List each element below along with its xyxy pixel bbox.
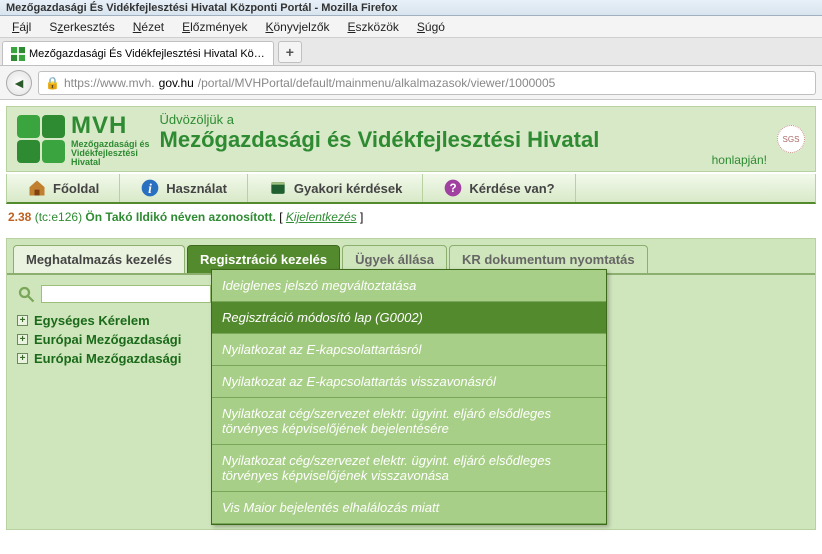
status-bar: 2.38 (tc:e126) Ön Takó Ildikó néven azon… bbox=[0, 204, 822, 230]
menu-view[interactable]: Nézet bbox=[125, 18, 172, 36]
menu-history[interactable]: Előzmények bbox=[174, 18, 255, 36]
clover-icon bbox=[17, 115, 65, 163]
status-tc: (tc:e126) bbox=[35, 210, 82, 224]
back-button[interactable]: ◄ bbox=[6, 70, 32, 96]
url-host: gov.hu bbox=[159, 76, 194, 90]
mi-label: Regisztráció módosító lap (G0002) bbox=[222, 310, 423, 325]
window-title: Mezőgazdasági És Vidékfejlesztési Hivata… bbox=[6, 2, 398, 14]
menu-file[interactable]: Fájl bbox=[4, 18, 39, 36]
tree-label: Európai Mezőgazdasági bbox=[34, 332, 181, 347]
tab-label: KR dokumentum nyomtatás bbox=[462, 252, 635, 267]
mi-label: Ideiglenes jelszó megváltoztatása bbox=[222, 278, 416, 293]
greeting-line3: honlapján! bbox=[160, 153, 767, 167]
greeting-line2: Mezőgazdasági és Vidékfejlesztési Hivata… bbox=[160, 127, 767, 153]
favicon-mvh-icon bbox=[11, 47, 25, 61]
menu-item-org-rep-declare[interactable]: Nyilatkozat cég/szervezet elektr. ügyint… bbox=[212, 398, 606, 445]
tree-label: Európai Mezőgazdasági bbox=[34, 351, 181, 366]
registration-dropdown: Ideiglenes jelszó megváltoztatása Regisz… bbox=[211, 269, 607, 525]
mi-label: Nyilatkozat cég/szervezet elektr. ügyint… bbox=[222, 406, 551, 436]
home-icon bbox=[27, 178, 47, 198]
mvh-logo[interactable]: MVH Mezőgazdasági és Vidékfejlesztési Hi… bbox=[17, 112, 150, 167]
logo-text: MVH bbox=[71, 112, 150, 140]
url-path: /portal/MVHPortal/default/mainmenu/alkal… bbox=[198, 76, 556, 90]
mi-label: Vis Maior bejelentés elhalálozás miatt bbox=[222, 500, 439, 515]
arrow-left-icon: ◄ bbox=[12, 75, 26, 91]
new-tab-button[interactable]: + bbox=[278, 41, 302, 63]
menu-item-econtact-revoke[interactable]: Nyilatkozat az E-kapcsolattartás visszav… bbox=[212, 366, 606, 398]
browser-toolbar: ◄ 🔒 https://www.mvh. gov.hu/portal/MVHPor… bbox=[0, 66, 822, 100]
svg-text:i: i bbox=[148, 181, 152, 196]
nav-usage-label: Használat bbox=[166, 181, 227, 196]
browser-menubar: Fájl Szerkesztés Nézet Előzmények Könyvj… bbox=[0, 16, 822, 38]
menu-edit[interactable]: Szerkesztés bbox=[41, 18, 122, 36]
status-user: Takó Ildikó bbox=[105, 210, 167, 224]
expand-icon[interactable]: + bbox=[17, 353, 28, 364]
logout-link[interactable]: Kijelentkezés bbox=[286, 210, 357, 224]
tree-label: Egységes Kérelem bbox=[34, 313, 150, 328]
content-panel: Meghatalmazás kezelés Regisztráció kezel… bbox=[6, 238, 816, 530]
tab-label: Regisztráció kezelés bbox=[200, 252, 327, 267]
mi-label: Nyilatkozat az E-kapcsolattartás visszav… bbox=[222, 374, 496, 389]
menu-item-econtact-declare[interactable]: Nyilatkozat az E-kapcsolattartásról bbox=[212, 334, 606, 366]
tab-strip: Meghatalmazás kezelés Regisztráció kezel… bbox=[7, 239, 815, 273]
url-bar[interactable]: 🔒 https://www.mvh. gov.hu/portal/MVHPorta… bbox=[38, 71, 816, 95]
greeting: Üdvözöljük a Mezőgazdasági és Vidékfejle… bbox=[160, 112, 767, 167]
logo-sub3: Hivatal bbox=[71, 158, 150, 167]
plus-icon: + bbox=[286, 44, 294, 60]
menu-tools[interactable]: Eszközök bbox=[340, 18, 407, 36]
nav-faq-label: Gyakori kérdések bbox=[294, 181, 402, 196]
book-icon bbox=[268, 178, 288, 198]
url-scheme: https://www.mvh. bbox=[64, 76, 155, 90]
browser-tabbar: Mezőgazdasági És Vidékfejlesztési Hivata… bbox=[0, 38, 822, 66]
menu-help[interactable]: Súgó bbox=[409, 18, 453, 36]
nav-usage[interactable]: i Használat bbox=[120, 174, 248, 202]
tab-label: Meghatalmazás kezelés bbox=[26, 252, 172, 267]
nav-home[interactable]: Főoldal bbox=[7, 174, 120, 202]
menu-item-reg-modify-g0002[interactable]: Regisztráció módosító lap (G0002) bbox=[212, 302, 606, 334]
nav-question[interactable]: ? Kérdése van? bbox=[423, 174, 575, 202]
menu-item-temp-password[interactable]: Ideiglenes jelszó megváltoztatása bbox=[212, 270, 606, 302]
browser-tab-title: Mezőgazdasági És Vidékfejlesztési Hivata… bbox=[29, 48, 265, 60]
menu-item-org-rep-revoke[interactable]: Nyilatkozat cég/szervezet elektr. ügyint… bbox=[212, 445, 606, 492]
expand-icon[interactable]: + bbox=[17, 315, 28, 326]
mi-label: Nyilatkozat cég/szervezet elektr. ügyint… bbox=[222, 453, 551, 483]
nav-home-label: Főoldal bbox=[53, 181, 99, 196]
window-titlebar: Mezőgazdasági És Vidékfejlesztési Hivata… bbox=[0, 0, 822, 16]
sgs-badge-icon: SGS bbox=[777, 125, 805, 153]
info-icon: i bbox=[140, 178, 160, 198]
main-nav: Főoldal i Használat Gyakori kérdések ? K… bbox=[6, 174, 816, 204]
search-icon bbox=[17, 285, 35, 303]
nav-question-label: Kérdése van? bbox=[469, 181, 554, 196]
lock-icon: 🔒 bbox=[45, 76, 60, 90]
nav-faq[interactable]: Gyakori kérdések bbox=[248, 174, 423, 202]
expand-icon[interactable]: + bbox=[17, 334, 28, 345]
search-input[interactable] bbox=[41, 285, 211, 303]
greeting-line1: Üdvözöljük a bbox=[160, 112, 767, 127]
browser-tab[interactable]: Mezőgazdasági És Vidékfejlesztési Hivata… bbox=[2, 41, 274, 65]
status-version: 2.38 bbox=[8, 210, 31, 224]
page-content: MVH Mezőgazdasági és Vidékfejlesztési Hi… bbox=[0, 100, 822, 530]
svg-text:?: ? bbox=[450, 182, 457, 195]
question-icon: ? bbox=[443, 178, 463, 198]
menu-bookmarks[interactable]: Könyvjelzők bbox=[257, 18, 337, 36]
page-header: MVH Mezőgazdasági és Vidékfejlesztési Hi… bbox=[6, 106, 816, 172]
tab-label: Ügyek állása bbox=[355, 252, 434, 267]
menu-item-vismaior-death[interactable]: Vis Maior bejelentés elhalálozás miatt bbox=[212, 492, 606, 524]
mi-label: Nyilatkozat az E-kapcsolattartásról bbox=[222, 342, 421, 357]
tab-authorizations[interactable]: Meghatalmazás kezelés bbox=[13, 245, 185, 273]
